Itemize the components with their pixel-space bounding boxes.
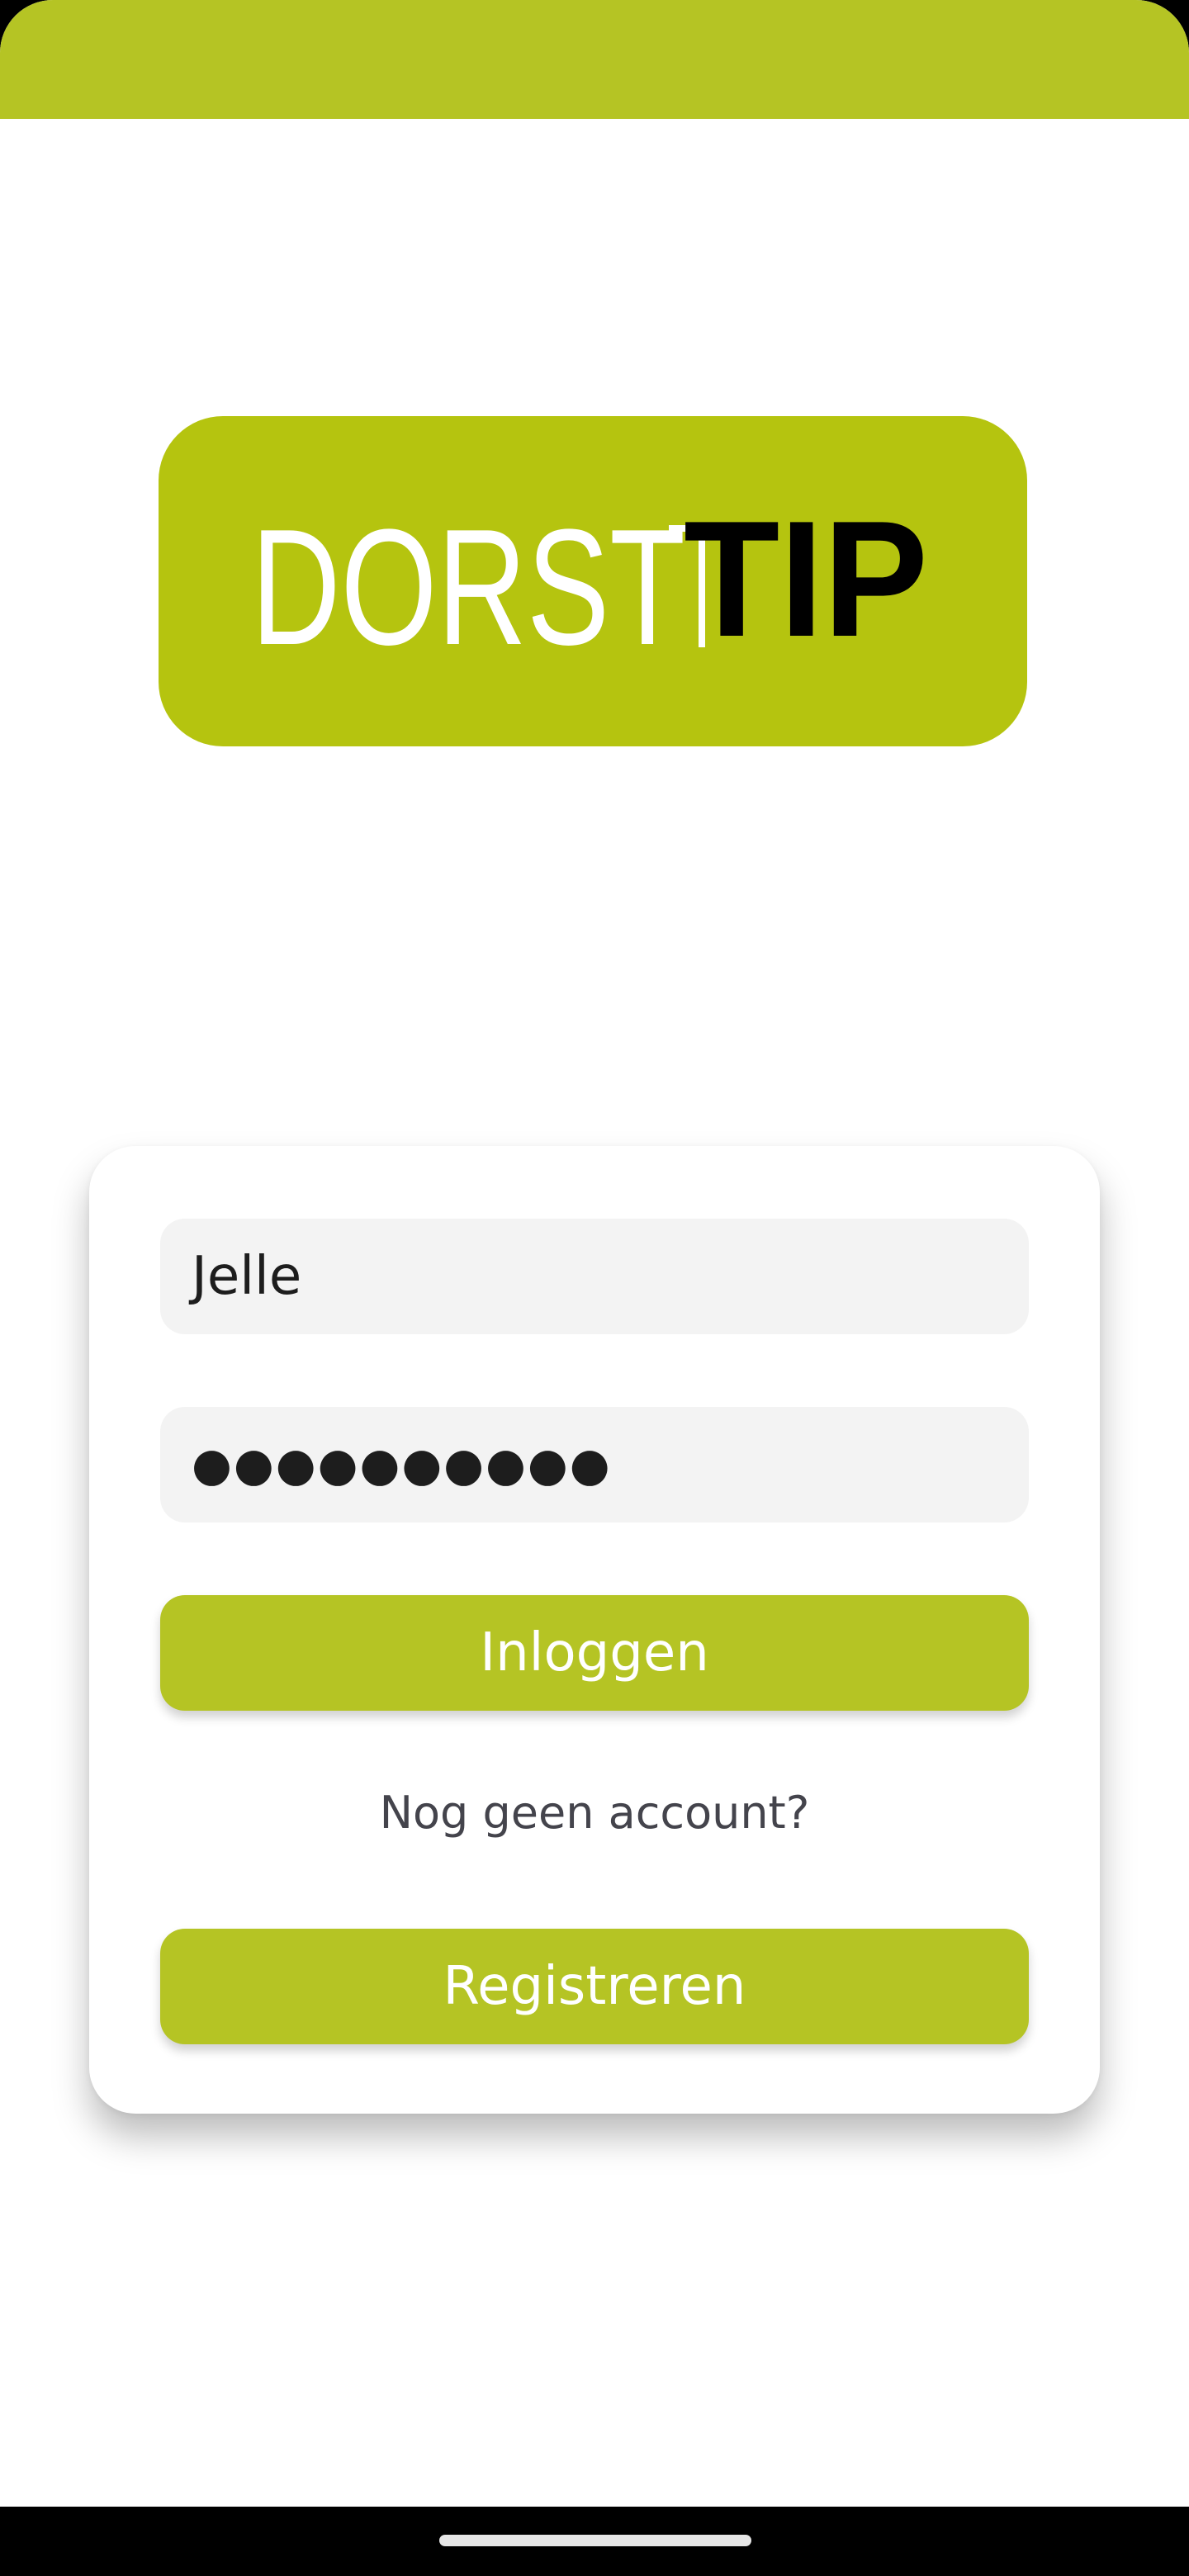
login-button[interactable]: Inloggen	[160, 1595, 1029, 1711]
password-input[interactable]: ●●●●●●●●●●	[160, 1407, 1029, 1522]
home-indicator[interactable]	[439, 2535, 751, 2546]
login-button-label: Inloggen	[480, 1622, 709, 1683]
system-navigation-bar	[0, 2507, 1189, 2576]
username-value: Jelle	[192, 1246, 302, 1307]
register-button[interactable]: Registreren	[160, 1929, 1029, 2044]
no-account-text: Nog geen account?	[379, 1787, 810, 1839]
logo-wordmark: DORST TIP	[251, 487, 928, 680]
logo-text-dorst: DORST	[251, 495, 685, 680]
login-card: Jelle ●●●●●●●●●● Inloggen Nog geen accou…	[89, 1146, 1100, 2114]
app-logo: DORST TIP	[159, 416, 1027, 746]
logo-text-tip: TIP	[684, 487, 928, 671]
app-screen: DORST TIP Jelle ●●●●●●●●●● Inloggen Nog …	[0, 0, 1189, 2507]
top-app-bar	[0, 0, 1189, 119]
password-mask: ●●●●●●●●●●	[192, 1437, 612, 1492]
register-button-label: Registreren	[443, 1956, 746, 2017]
username-input[interactable]: Jelle	[160, 1219, 1029, 1334]
